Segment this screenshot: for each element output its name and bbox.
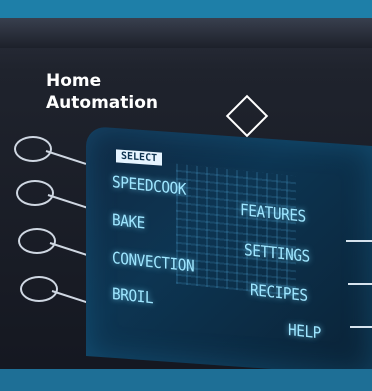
knob-button-4[interactable] <box>20 276 58 302</box>
knob-button-2[interactable] <box>16 180 54 206</box>
softkey-line-3 <box>350 326 372 328</box>
title-line-2: Automation <box>46 93 158 113</box>
softkey-line-1 <box>346 240 372 242</box>
page-title: Home Automation <box>46 70 158 114</box>
menu-bake[interactable]: BAKE <box>112 210 145 232</box>
knob-button-1[interactable] <box>14 136 52 162</box>
display-grid <box>176 163 296 297</box>
panel-bezel <box>0 18 372 48</box>
softkey-line-2 <box>348 283 372 285</box>
knob-button-3[interactable] <box>18 228 56 254</box>
title-line-1: Home <box>46 71 102 91</box>
bottom-band <box>0 369 372 391</box>
menu-help[interactable]: HELP <box>288 320 321 342</box>
